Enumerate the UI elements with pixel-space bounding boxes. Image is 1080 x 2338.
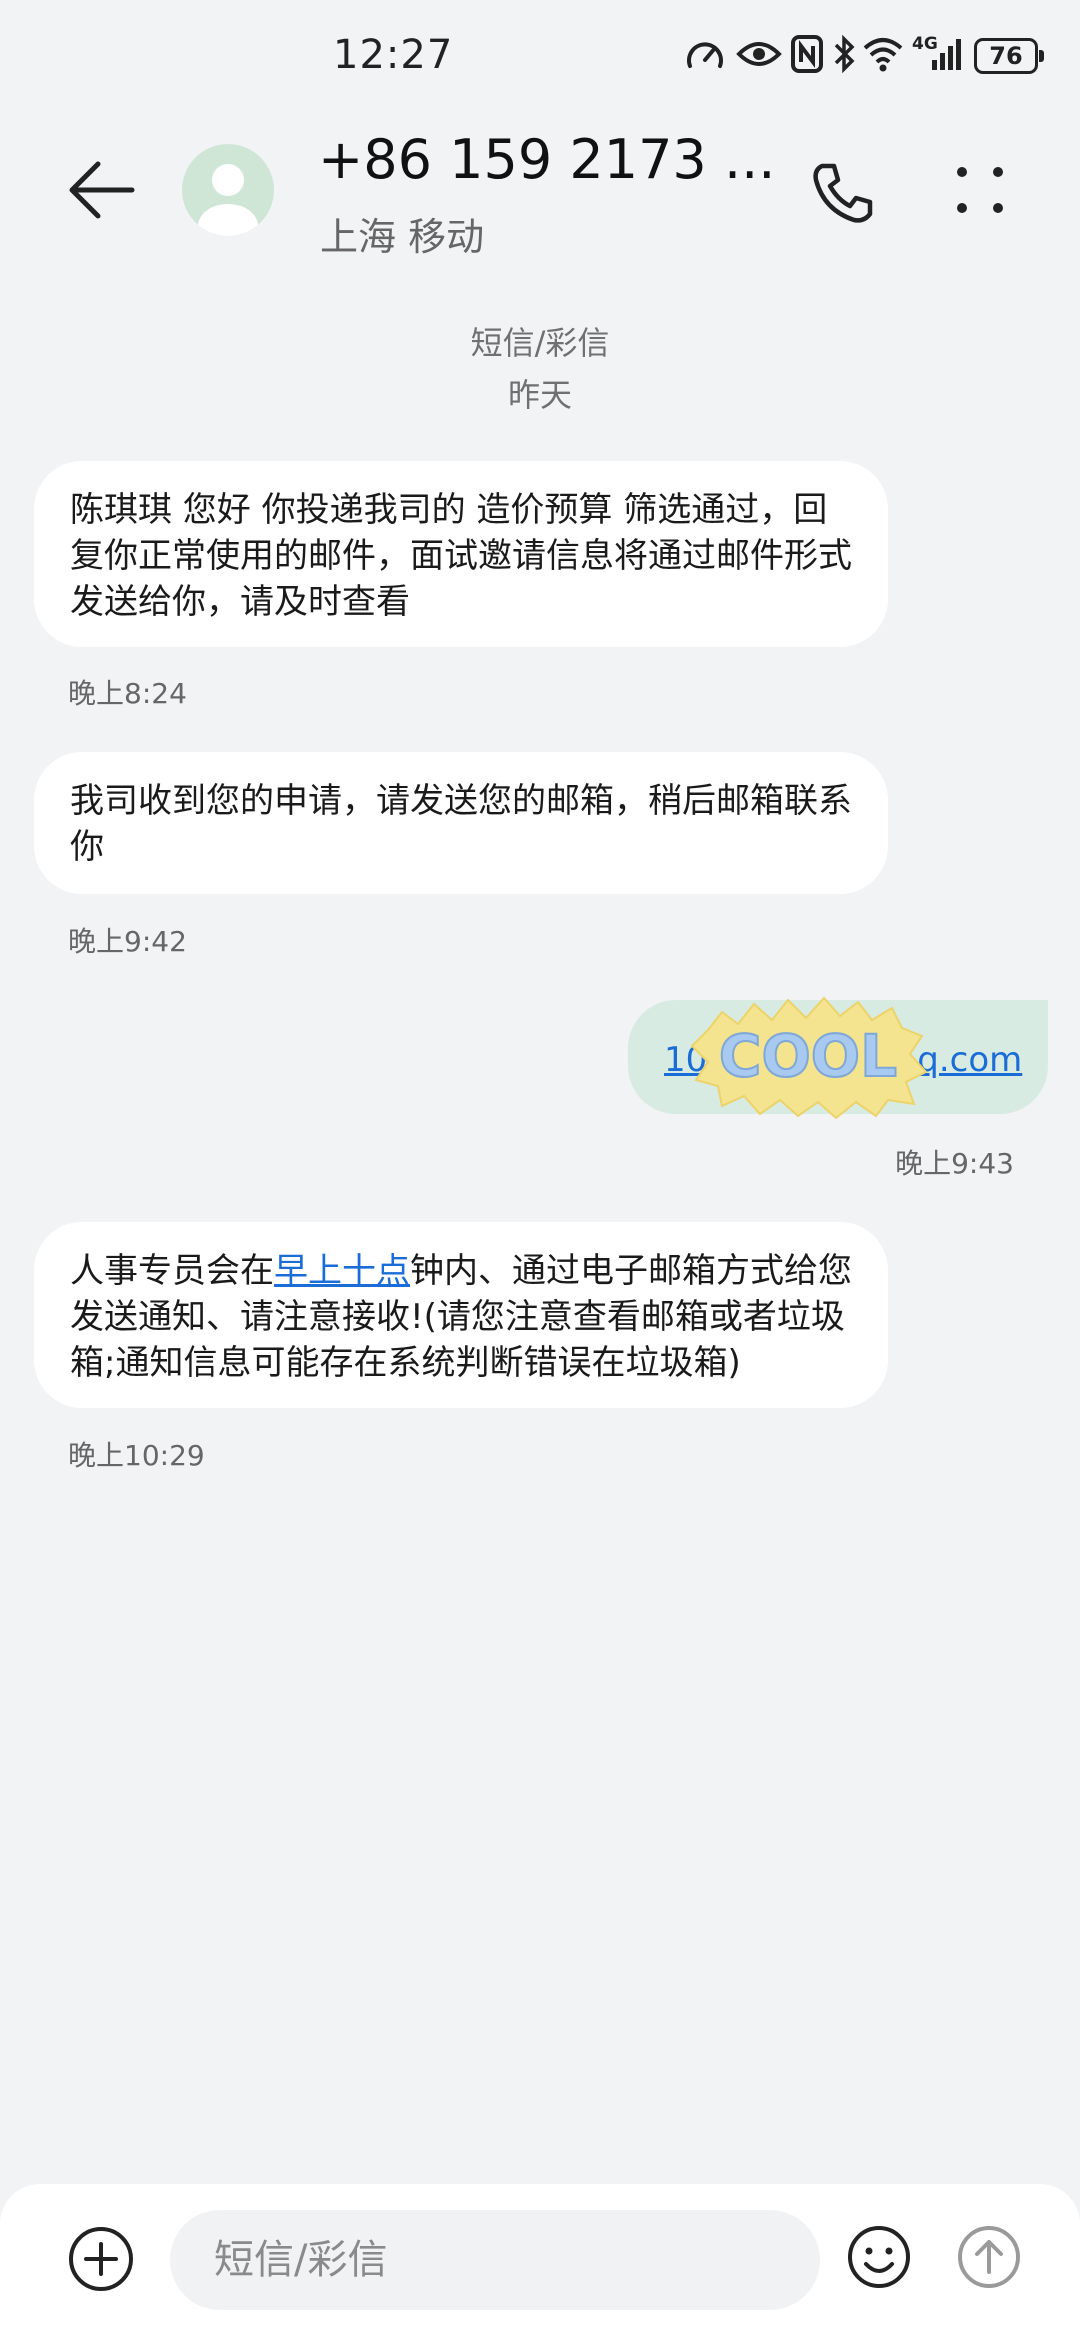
wifi-icon: [863, 38, 903, 72]
eye-icon: [736, 42, 782, 66]
message-time: 晚上8:24: [68, 677, 187, 710]
nfc-icon: [791, 35, 823, 73]
message-time: 晚上10:29: [68, 1439, 205, 1472]
message-text: 人事专员会在: [70, 1251, 274, 1291]
incoming-message-bubble[interactable]: 人事专员会在早上十点钟内、通过电子邮箱方式给您发送通知、请注意接收!(请您注意查…: [34, 1222, 888, 1408]
message-time: 晚上9:42: [68, 925, 187, 958]
message-text: 陈琪琪 您好 你投递我司的 造价预算 筛选通过，回复你正常使用的邮件，面试邀请信…: [70, 490, 852, 622]
phone-icon[interactable]: [808, 158, 878, 228]
day-separator: 昨天: [507, 376, 572, 414]
avatar-icon[interactable]: [182, 144, 274, 236]
time-link[interactable]: 早上十点: [274, 1251, 410, 1291]
battery-level: 76: [989, 42, 1023, 70]
status-time: 12:27: [333, 32, 454, 78]
battery-icon: 76: [974, 38, 1044, 74]
outgoing-message-bubble[interactable]: 10 q.com COOL: [628, 996, 1048, 1120]
back-arrow-icon[interactable]: [62, 150, 142, 230]
speed-icon: [687, 42, 723, 68]
send-icon[interactable]: [956, 2224, 1022, 2290]
sticker-text: COOL: [719, 1022, 897, 1090]
incoming-message-bubble[interactable]: 我司收到您的申请，请发送您的邮箱，稍后邮箱联系你: [34, 752, 888, 894]
emoji-icon[interactable]: [846, 2224, 912, 2290]
contact-name[interactable]: +86 159 2173 ...: [318, 128, 775, 191]
message-text: 我司收到您的申请，请发送您的邮箱，稍后邮箱联系你: [70, 781, 852, 867]
message-time: 晚上9:43: [895, 1147, 1014, 1180]
incoming-message-bubble[interactable]: 陈琪琪 您好 你投递我司的 造价预算 筛选通过，回复你正常使用的邮件，面试邀请信…: [34, 461, 888, 647]
message-input[interactable]: 短信/彩信: [170, 2210, 820, 2310]
cool-sticker: COOL: [690, 996, 928, 1120]
contact-carrier: 上海 移动: [320, 215, 485, 259]
more-icon[interactable]: [950, 160, 1010, 220]
add-icon[interactable]: [66, 2224, 136, 2294]
message-type-label: 短信/彩信: [470, 324, 610, 362]
signal-icon: [932, 39, 961, 70]
bluetooth-icon: [834, 34, 855, 74]
